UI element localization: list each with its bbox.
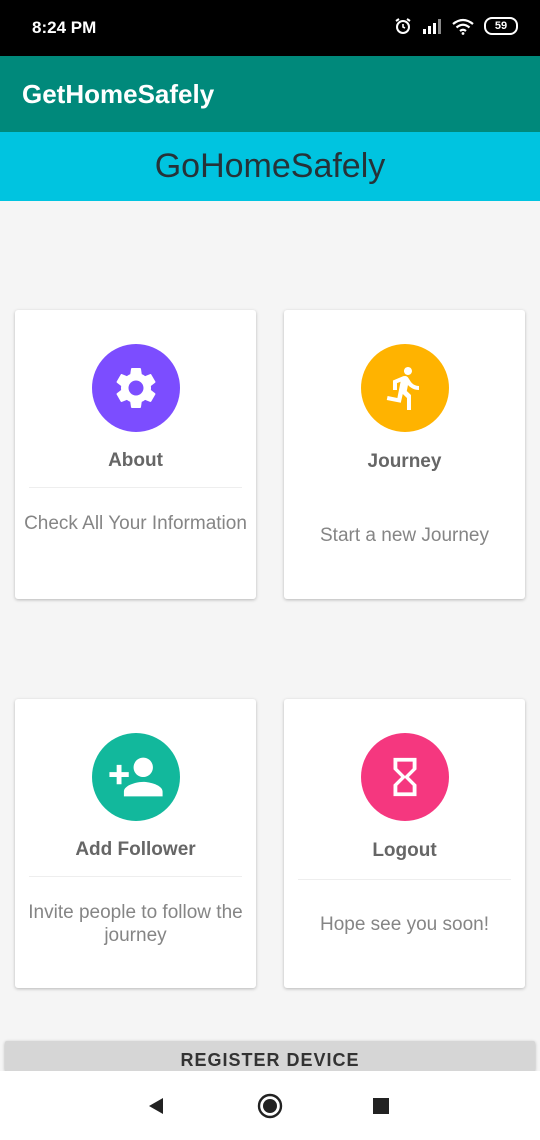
logout-description: Hope see you soon! [319,914,489,935]
status-bar: 8:24 PM 59 [0,0,540,56]
alarm-icon [395,18,411,34]
app-bar: GetHomeSafely [0,56,540,132]
logout-divider [298,879,511,880]
battery-level: 59 [494,20,508,32]
register-device-button[interactable]: REGISTER DEVICE [5,1041,535,1071]
register-device-label: REGISTER DEVICE [180,1050,360,1070]
system-nav-bar [0,1071,540,1140]
banner-title: GoHomeSafely [154,147,386,185]
battery-indicator: 59 [484,17,518,35]
journey-card[interactable]: Journey Start a new Journey [284,310,525,599]
logout-title: Logout [372,840,437,861]
home-button[interactable] [257,1093,283,1119]
about-card[interactable]: About Check All Your Information [15,310,256,599]
app-title: GetHomeSafely [22,79,215,109]
signal-icon [423,19,441,34]
journey-icon-circle [360,344,449,432]
logout-card[interactable]: Logout Hope see you soon! [284,699,525,988]
banner: GoHomeSafely [0,132,540,201]
hourglass-icon [393,757,416,797]
gear-icon [116,368,155,408]
journey-description: Start a new Journey [320,525,489,546]
add-follower-icon-circle [91,733,180,821]
add-follower-card[interactable]: Add Follower Invite people to follow the… [15,699,256,988]
about-icon-circle [91,344,180,432]
back-icon [149,1098,163,1114]
add-follower-description: Invite people to follow the journey [28,902,243,946]
back-button[interactable] [143,1093,169,1119]
home-icon [257,1093,283,1119]
add-follower-title: Add Follower [75,839,196,860]
about-divider [29,487,242,488]
status-icons: 59 [394,17,518,35]
person-add-icon [108,757,163,797]
logout-icon-circle [360,733,449,821]
recents-button[interactable] [368,1093,394,1119]
about-description: Check All Your Information [24,513,247,534]
journey-title: Journey [367,451,442,472]
running-person-icon [386,366,419,410]
recents-icon [373,1098,389,1114]
wifi-icon [452,18,474,35]
add-follower-divider [29,876,242,877]
about-title: About [108,450,163,471]
status-time: 8:24 PM [32,18,97,37]
